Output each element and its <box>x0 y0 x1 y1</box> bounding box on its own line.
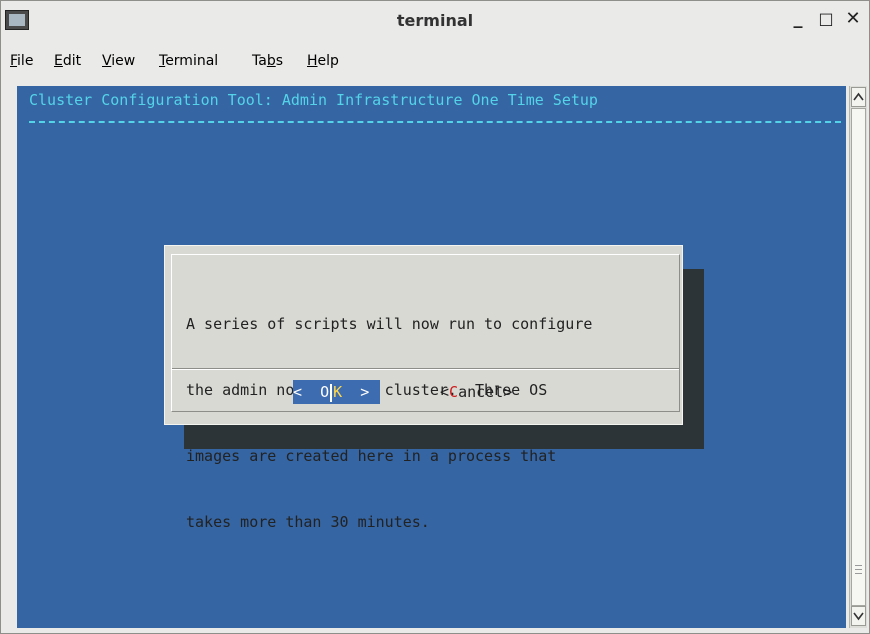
menu-view[interactable]: View <box>102 53 135 69</box>
message-line: takes more than 30 minutes. <box>186 513 430 531</box>
message-line: A series of scripts will now run to conf… <box>186 315 593 333</box>
dialog-message: A series of scripts will now run to conf… <box>186 269 592 577</box>
menu-tabs[interactable]: Tabs <box>252 53 283 69</box>
confirm-dialog: A series of scripts will now run to conf… <box>164 245 683 531</box>
window-title: terminal <box>396 11 474 30</box>
cancel-button[interactable]: <Cancel> <box>440 380 512 404</box>
terminal-window: terminal _ □ ✕ File Edit View Terminal T… <box>0 0 870 634</box>
menu-help[interactable]: Help <box>307 53 339 69</box>
menu-terminal[interactable]: Terminal <box>159 53 218 69</box>
ok-button[interactable]: < OK > <box>293 380 380 404</box>
chevron-up-icon <box>853 92 864 101</box>
message-line: the admin node of the cluster. Three OS <box>186 381 548 399</box>
title-bar[interactable]: terminal _ □ ✕ <box>1 1 869 39</box>
minimize-button[interactable]: _ <box>788 9 808 29</box>
vertical-scrollbar[interactable] <box>849 86 867 628</box>
dialog-frame: A series of scripts will now run to conf… <box>171 254 680 531</box>
terminal-screen[interactable]: Cluster Configuration Tool: Admin Infras… <box>17 86 846 628</box>
scroll-down-button[interactable] <box>851 606 866 626</box>
scroll-thumb[interactable] <box>851 108 866 606</box>
button-divider <box>172 369 679 370</box>
menu-file[interactable]: File <box>10 53 33 69</box>
scroll-up-button[interactable] <box>851 87 866 107</box>
header-divider <box>29 121 841 123</box>
chevron-down-icon <box>853 612 864 621</box>
maximize-button[interactable]: □ <box>816 9 836 29</box>
menu-bar: File Edit View Terminal Tabs Help <box>1 41 869 79</box>
close-button[interactable]: ✕ <box>843 9 863 29</box>
message-line: images are created here in a process tha… <box>186 447 557 465</box>
menu-edit[interactable]: Edit <box>54 53 81 69</box>
terminal-header-text: Cluster Configuration Tool: Admin Infras… <box>29 91 598 109</box>
